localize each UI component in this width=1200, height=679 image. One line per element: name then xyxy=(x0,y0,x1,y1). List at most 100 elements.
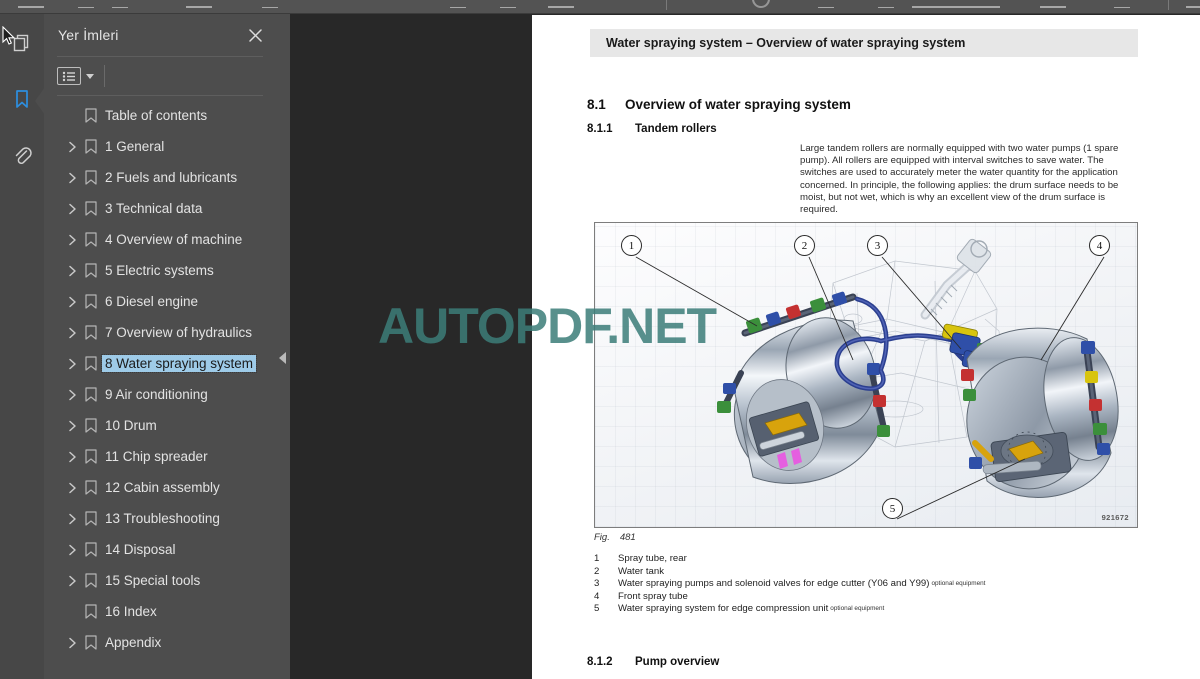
toolbar-icon-print[interactable] xyxy=(78,0,94,8)
chevron-right-icon[interactable] xyxy=(64,542,80,558)
legend-number: 4 xyxy=(594,590,600,602)
figure-id: 921672 xyxy=(1101,513,1129,522)
toolbar-icon-snapshot[interactable] xyxy=(262,0,278,8)
bookmark-item[interactable]: 11 Chip spreader xyxy=(44,441,276,472)
chevron-right-icon[interactable] xyxy=(64,573,80,589)
bookmark-item-label: 12 Cabin assembly xyxy=(105,480,220,495)
toolbar-icon-fit-page[interactable] xyxy=(1040,0,1066,8)
bookmark-item[interactable]: 10 Drum xyxy=(44,410,276,441)
figure-image: 1 2 3 4 5 921672 xyxy=(594,222,1138,528)
figure-caption: Fig. 481 xyxy=(594,532,636,543)
bookmark-item[interactable]: 16 Index xyxy=(44,596,276,627)
legend-number: 1 xyxy=(594,553,600,564)
legend-number: 2 xyxy=(594,565,600,577)
chevron-right-icon[interactable] xyxy=(64,263,80,279)
rail-button-pages[interactable] xyxy=(0,20,44,70)
bookmark-item[interactable]: 14 Disposal xyxy=(44,534,276,565)
bookmark-item-label: Table of contents xyxy=(105,108,208,123)
figure-callout-2: 2 xyxy=(794,235,815,256)
toolbar-icon-next-page[interactable] xyxy=(500,0,516,8)
chevron-right-icon[interactable] xyxy=(64,325,80,341)
figure-callout-5: 5 xyxy=(882,498,903,519)
bookmark-icon xyxy=(80,232,102,247)
close-icon[interactable] xyxy=(246,26,264,44)
bookmarks-toolbar xyxy=(44,57,276,95)
bookmark-icon xyxy=(80,480,102,495)
bookmark-item[interactable]: 3 Technical data xyxy=(44,193,276,224)
list-options-icon[interactable] xyxy=(57,67,81,85)
legend-text: Water spraying system for edge compressi… xyxy=(618,603,829,615)
page-thumbnails-icon xyxy=(11,32,33,59)
bookmark-item[interactable]: Appendix xyxy=(44,627,276,658)
bookmark-item-label: 10 Drum xyxy=(105,418,157,433)
legend-note: optional equipment xyxy=(931,580,986,588)
chevron-right-icon[interactable] xyxy=(64,294,80,310)
bookmark-item-label: 3 Technical data xyxy=(105,201,203,216)
chevron-right-icon[interactable] xyxy=(64,418,80,434)
bookmark-item[interactable]: 9 Air conditioning xyxy=(44,379,276,410)
toolbar-page-number-field[interactable] xyxy=(548,0,574,8)
bookmark-icon xyxy=(80,139,102,154)
toolbar-icon-open[interactable] xyxy=(18,0,44,8)
bookmark-item[interactable]: 13 Troubleshooting xyxy=(44,503,276,534)
bookmark-item[interactable]: 2 Fuels and lubricants xyxy=(44,162,276,193)
toolbar-icon-zoom-level[interactable] xyxy=(878,0,894,8)
chevron-right-icon[interactable] xyxy=(64,635,80,651)
subsection-title: Tandem rollers xyxy=(635,123,717,135)
subsection-heading: 8.1.1 Tandem rollers xyxy=(587,123,717,135)
chevron-right-icon[interactable] xyxy=(64,201,80,217)
bookmark-item[interactable]: 15 Special tools xyxy=(44,565,276,596)
bookmark-item[interactable]: 4 Overview of machine xyxy=(44,224,276,255)
bookmark-item[interactable]: 12 Cabin assembly xyxy=(44,472,276,503)
rail-button-attachments[interactable] xyxy=(0,132,44,182)
chevron-down-icon[interactable] xyxy=(86,73,94,79)
toolbar-icon-prev-page[interactable] xyxy=(450,0,466,8)
toolbar-icon-email[interactable] xyxy=(112,0,128,8)
bookmark-icon xyxy=(80,635,102,650)
pdf-toolbar[interactable] xyxy=(0,0,1200,14)
toolbar-separator-2 xyxy=(1168,0,1169,10)
panel-collapse-handle[interactable] xyxy=(276,14,290,679)
chevron-right-icon[interactable] xyxy=(64,387,80,403)
figure-callout-1: 1 xyxy=(621,235,642,256)
bookmark-icon xyxy=(80,387,102,402)
rail-button-bookmarks[interactable] xyxy=(0,76,45,126)
chevron-right-icon[interactable] xyxy=(64,449,80,465)
bookmark-item-label: 6 Diesel engine xyxy=(105,294,199,309)
bookmarks-list: Table of contents 1 General 2 Fuels and lu… xyxy=(44,96,276,658)
bookmark-icon xyxy=(80,418,102,433)
chevron-right-icon[interactable] xyxy=(64,139,80,155)
attachment-icon xyxy=(11,144,33,171)
subsection-number: 8.1.1 xyxy=(587,123,613,135)
section-number: 8.1 xyxy=(587,97,606,112)
bookmarks-panel-title: Yer İmleri xyxy=(58,27,119,43)
bookmark-item[interactable]: 6 Diesel engine xyxy=(44,286,276,317)
chevron-right-icon[interactable] xyxy=(64,232,80,248)
figure-caption-label: Fig. xyxy=(594,532,610,543)
toolbar-icon-select[interactable] xyxy=(186,0,212,8)
legend-row: 5 Water spraying system for edge compress… xyxy=(594,603,1134,616)
figure-caption-number: 481 xyxy=(619,532,636,543)
toolbar-zoom-field[interactable] xyxy=(912,0,1000,8)
document-viewer[interactable]: Water spraying system – Overview of wate… xyxy=(290,15,1200,679)
bookmark-item-label: 15 Special tools xyxy=(105,573,201,588)
toolbar-icon-zoom-out[interactable] xyxy=(752,0,770,8)
toolbar-icon-rotate[interactable] xyxy=(1114,0,1130,8)
bookmark-item[interactable]: 7 Overview of hydraulics xyxy=(44,317,276,348)
bookmark-item[interactable]: 5 Electric systems xyxy=(44,255,276,286)
chevron-right-icon[interactable] xyxy=(64,356,80,372)
subsection2-heading: 8.1.2 Pump overview xyxy=(587,656,719,668)
toolbar-icon-comment[interactable] xyxy=(1186,0,1200,8)
chevron-right-icon[interactable] xyxy=(64,170,80,186)
toolbar-icon-zoom-in[interactable] xyxy=(818,0,834,8)
intro-paragraph: Large tandem rollers are normally equipp… xyxy=(800,143,1119,216)
toolbar-divider xyxy=(104,65,105,87)
bookmark-item-label: 7 Overview of hydraulics xyxy=(105,325,253,340)
bookmark-item-label: 9 Air conditioning xyxy=(105,387,208,402)
bookmark-item[interactable]: Table of contents xyxy=(44,100,276,131)
chevron-right-icon[interactable] xyxy=(64,480,80,496)
bookmark-item-label: Appendix xyxy=(105,635,162,650)
bookmark-item[interactable]: 1 General xyxy=(44,131,276,162)
bookmark-item[interactable]: 8 Water spraying system xyxy=(44,348,276,379)
chevron-right-icon[interactable] xyxy=(64,511,80,527)
